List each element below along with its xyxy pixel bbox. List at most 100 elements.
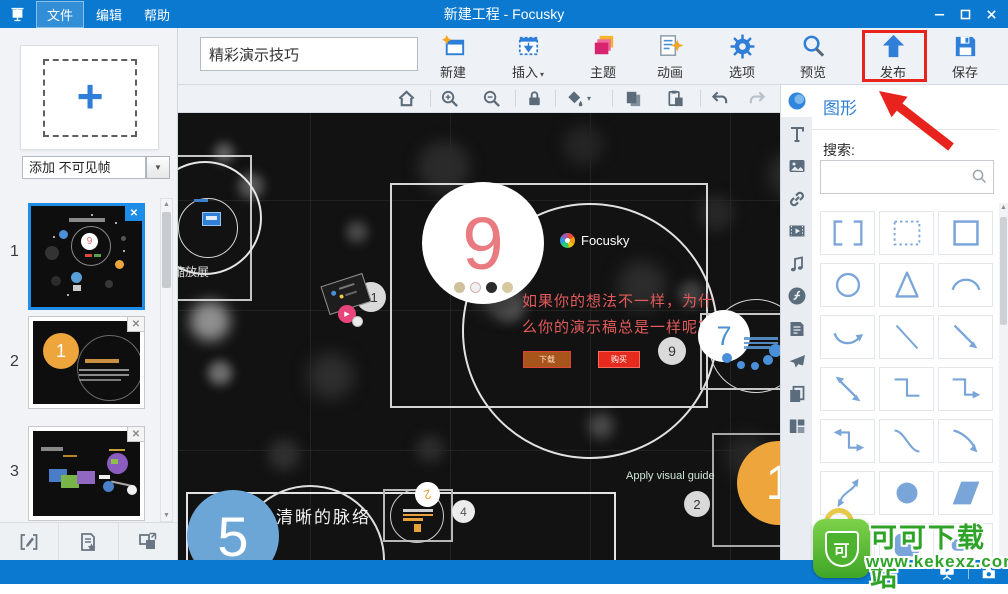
- toolbar-button-4[interactable]: 选项: [714, 32, 770, 82]
- minimize-button[interactable]: [926, 3, 952, 25]
- path-badge-4: 4: [452, 500, 475, 523]
- flash-icon: [787, 286, 807, 306]
- animation-icon: [656, 32, 685, 61]
- tool-link[interactable]: [781, 183, 813, 215]
- tool-notes[interactable]: [781, 313, 813, 345]
- shapes-scrollbar[interactable]: ▲: [999, 203, 1008, 560]
- shape-double-arrow[interactable]: [820, 367, 875, 411]
- divider: [515, 90, 516, 107]
- scroll-up-icon[interactable]: ▲: [999, 204, 1008, 211]
- shape-bracket-frame[interactable]: [820, 211, 875, 255]
- paste-icon[interactable]: [666, 89, 685, 108]
- add-frame-card[interactable]: +: [20, 45, 159, 150]
- present-icon[interactable]: [938, 563, 956, 581]
- slide-thumbnail-2[interactable]: 1 ✕: [28, 316, 145, 409]
- tool-plane[interactable]: [781, 345, 813, 377]
- tool-shapes[interactable]: [781, 85, 813, 117]
- slide-circle-nine: 9: [422, 182, 544, 304]
- shape-elbow-double-arrow[interactable]: [820, 419, 875, 463]
- shape-filled-blob[interactable]: [879, 523, 934, 560]
- big-number-nine: 9: [462, 202, 504, 285]
- toolbar-button-0[interactable]: 新建: [425, 32, 481, 82]
- tool-flash[interactable]: [781, 280, 813, 312]
- shape-curve-arrow[interactable]: [938, 419, 993, 463]
- shape-dashed-rect[interactable]: [879, 211, 934, 255]
- main-toolbar: 新建插入▾ 主题动画选项预览发布保存: [178, 28, 1008, 85]
- zoom-out-icon[interactable]: [482, 89, 501, 108]
- shape-arc-arrow[interactable]: [820, 315, 875, 359]
- shape-s-curve[interactable]: [879, 419, 934, 463]
- thumbnails-scrollbar[interactable]: ▲ ▼: [160, 198, 173, 522]
- shape-search-input[interactable]: [825, 165, 969, 189]
- add-frame-dropdown[interactable]: 添加 不可见帧: [22, 156, 146, 179]
- publish-icon: [879, 32, 908, 61]
- caret-down-icon[interactable]: ▾: [587, 94, 591, 103]
- shape-elbow[interactable]: [879, 367, 934, 411]
- shape-filled-circle[interactable]: [879, 471, 934, 515]
- add-frame-dashed-box: +: [43, 59, 137, 137]
- shape-arrow[interactable]: [938, 315, 993, 359]
- slide-thumbnail-3[interactable]: ✕: [28, 426, 145, 521]
- slide-thumbnail-1[interactable]: 9 ✕: [28, 203, 145, 310]
- tool-video[interactable]: [781, 215, 813, 247]
- shape-elbow-arrow[interactable]: [938, 367, 993, 411]
- menu-file[interactable]: 文件: [36, 0, 85, 28]
- tool-music[interactable]: [781, 248, 813, 280]
- shape-triangle[interactable]: [879, 263, 934, 307]
- close-button[interactable]: [978, 3, 1004, 25]
- home-icon[interactable]: [397, 89, 416, 108]
- tool-pages[interactable]: [781, 378, 813, 410]
- edit-frame-button[interactable]: [0, 523, 60, 561]
- toolbar-button-3[interactable]: 动画: [642, 32, 698, 82]
- toolbar-button-7[interactable]: 保存: [937, 32, 993, 82]
- presentation-canvas[interactable]: 缩放展 9 Focusky 如果你的想法不一样，为什 么你的演示稿总是一样呢？ …: [178, 113, 780, 560]
- scrollbar-thumb[interactable]: [1000, 217, 1007, 325]
- shape-filled-bar[interactable]: [938, 523, 993, 560]
- move-frame-icon: [137, 531, 159, 553]
- star-frame-button[interactable]: [59, 523, 119, 561]
- zoom-in-icon[interactable]: [440, 89, 459, 108]
- shapes-panel: 图形 搜索: ▲: [812, 85, 1008, 560]
- close-icon[interactable]: ✕: [125, 205, 143, 221]
- link-icon: [787, 189, 807, 209]
- dropdown-caret-icon[interactable]: ▼: [146, 156, 170, 179]
- scrollbar-thumb[interactable]: [162, 212, 171, 288]
- toolbar-button-1[interactable]: 插入 ▾: [500, 32, 556, 82]
- close-icon[interactable]: ✕: [127, 426, 145, 442]
- shape-circle[interactable]: [820, 263, 875, 307]
- shape-curve-double-arrow[interactable]: [820, 471, 875, 515]
- project-title-input[interactable]: [200, 37, 418, 71]
- scroll-up-icon[interactable]: ▲: [161, 201, 172, 208]
- publish-button[interactable]: 发布: [865, 32, 921, 82]
- tool-image[interactable]: [781, 150, 813, 182]
- scroll-down-icon[interactable]: ▼: [161, 512, 172, 519]
- menu-edit[interactable]: 编辑: [86, 2, 132, 27]
- redo-icon[interactable]: [748, 89, 767, 108]
- edit-frame-icon: [18, 531, 40, 553]
- menu-help[interactable]: 帮助: [134, 2, 180, 27]
- snapshot-icon[interactable]: [980, 563, 998, 581]
- maximize-button[interactable]: [952, 3, 978, 25]
- path-badge-2: 2: [684, 491, 710, 517]
- tool-layout[interactable]: [781, 410, 813, 442]
- toolbar-button-5[interactable]: 预览: [785, 32, 841, 82]
- copy-icon[interactable]: [624, 89, 643, 108]
- shape-filled-diamond[interactable]: [820, 523, 875, 560]
- toolbar-button-2[interactable]: 主题: [575, 32, 631, 82]
- lock-icon[interactable]: [525, 89, 544, 108]
- left-panel: + 添加 不可见帧 ▼ 1 9 ✕ 2 1 ✕ 3 ✕ ▲ ▼: [0, 28, 178, 561]
- move-frame-button[interactable]: [119, 523, 177, 561]
- undo-icon[interactable]: [710, 89, 729, 108]
- focusky-logo: Focusky: [560, 233, 629, 248]
- canvas-toolbar: ▾: [178, 85, 780, 113]
- tool-text[interactable]: [781, 118, 813, 150]
- bokeh-blob: [208, 361, 232, 385]
- shape-filled-parallelogram[interactable]: [938, 471, 993, 515]
- fill-icon[interactable]: [565, 89, 584, 108]
- shape-rect[interactable]: [938, 211, 993, 255]
- plus-icon: +: [76, 70, 104, 122]
- shape-arc[interactable]: [938, 263, 993, 307]
- video-icon: [787, 221, 807, 241]
- shape-line[interactable]: [879, 315, 934, 359]
- close-icon[interactable]: ✕: [127, 316, 145, 332]
